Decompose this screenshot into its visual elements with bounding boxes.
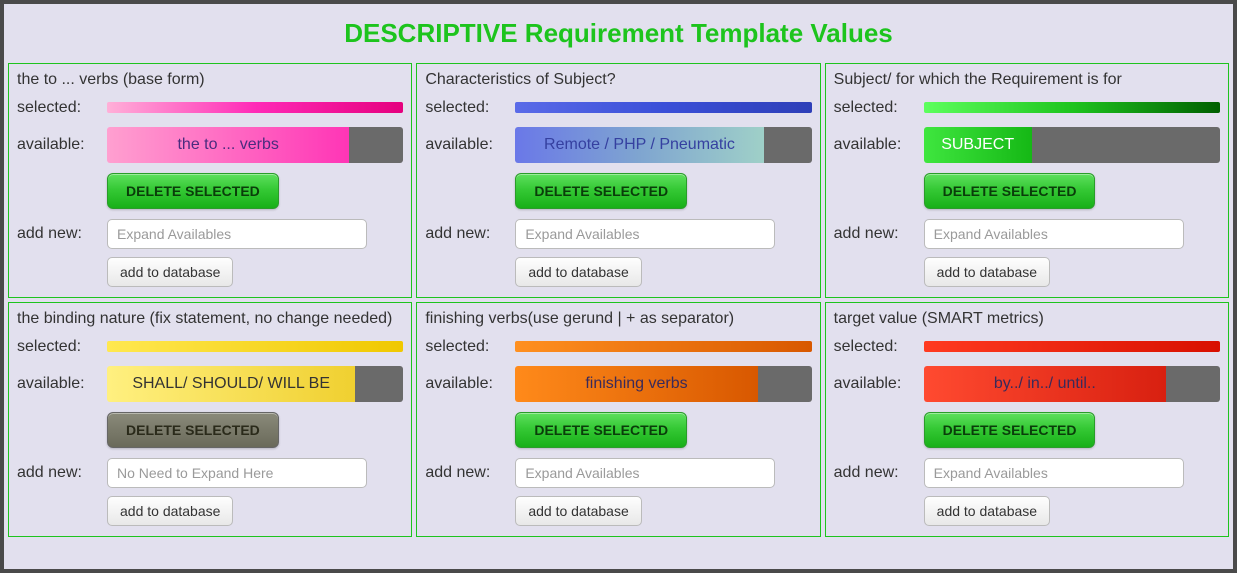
panel-title: the to ... verbs (base form) <box>17 70 403 91</box>
available-side[interactable] <box>1032 127 1220 163</box>
add-new-input[interactable] <box>107 219 367 249</box>
available-row: available: the to ... verbs <box>17 127 403 163</box>
page-container: DESCRIPTIVE Requirement Template Values … <box>4 4 1233 569</box>
available-box[interactable]: the to ... verbs <box>107 127 403 163</box>
selected-row: selected: <box>425 99 811 117</box>
add-new-label: add new: <box>834 225 916 243</box>
available-box[interactable]: SUBJECT <box>924 127 1220 163</box>
add-new-label: add new: <box>834 464 916 482</box>
add-new-label: add new: <box>17 225 99 243</box>
panel-title: target value (SMART metrics) <box>834 309 1220 330</box>
delete-selected-button[interactable]: DELETE SELECTED <box>107 412 279 448</box>
selected-label: selected: <box>17 338 99 356</box>
available-box[interactable]: SHALL/ SHOULD/ WILL BE <box>107 366 403 402</box>
delete-selected-button[interactable]: DELETE SELECTED <box>515 412 687 448</box>
panel-2: Subject/ for which the Requirement is fo… <box>825 63 1229 298</box>
available-row: available: SUBJECT <box>834 127 1220 163</box>
selected-label: selected: <box>834 338 916 356</box>
panel-title: the binding nature (fix statement, no ch… <box>17 309 403 330</box>
panel-title: finishing verbs(use gerund | + as separa… <box>425 309 811 330</box>
selected-label: selected: <box>425 99 507 117</box>
available-label: available: <box>425 136 507 154</box>
add-new-label: add new: <box>425 464 507 482</box>
add-new-input[interactable] <box>107 458 367 488</box>
available-label: available: <box>17 375 99 393</box>
panel-title: Characteristics of Subject? <box>425 70 811 91</box>
available-side[interactable] <box>764 127 812 163</box>
selected-bar[interactable] <box>515 341 811 352</box>
delete-selected-button[interactable]: DELETE SELECTED <box>924 173 1096 209</box>
available-label: available: <box>834 375 916 393</box>
available-value[interactable]: finishing verbs <box>515 366 757 402</box>
selected-bar[interactable] <box>924 341 1220 352</box>
panel-3: the binding nature (fix statement, no ch… <box>8 302 412 537</box>
add-new-label: add new: <box>17 464 99 482</box>
panel-5: target value (SMART metrics) selected: ava… <box>825 302 1229 537</box>
panel-grid: the to ... verbs (base form) selected: ava… <box>8 63 1229 537</box>
available-side[interactable] <box>355 366 403 402</box>
selected-row: selected: <box>834 338 1220 356</box>
selected-row: selected: <box>17 99 403 117</box>
available-value[interactable]: the to ... verbs <box>107 127 349 163</box>
selected-row: selected: <box>834 99 1220 117</box>
available-row: available: SHALL/ SHOULD/ WILL BE <box>17 366 403 402</box>
panel-0: the to ... verbs (base form) selected: ava… <box>8 63 412 298</box>
add-new-input[interactable] <box>515 458 775 488</box>
panel-title: Subject/ for which the Requirement is fo… <box>834 70 1220 91</box>
delete-selected-button[interactable]: DELETE SELECTED <box>107 173 279 209</box>
add-new-row: add new: <box>834 458 1220 488</box>
delete-selected-button[interactable]: DELETE SELECTED <box>515 173 687 209</box>
add-to-database-button[interactable]: add to database <box>515 496 641 526</box>
available-side[interactable] <box>1166 366 1220 402</box>
selected-label: selected: <box>834 99 916 117</box>
add-new-row: add new: <box>425 458 811 488</box>
available-value[interactable]: Remote / PHP / Pneumatic <box>515 127 763 163</box>
add-new-row: add new: <box>834 219 1220 249</box>
available-side[interactable] <box>758 366 812 402</box>
available-label: available: <box>425 375 507 393</box>
available-row: available: Remote / PHP / Pneumatic <box>425 127 811 163</box>
available-row: available: by../ in../ until.. <box>834 366 1220 402</box>
available-value[interactable]: by../ in../ until.. <box>924 366 1166 402</box>
add-to-database-button[interactable]: add to database <box>107 257 233 287</box>
available-row: available: finishing verbs <box>425 366 811 402</box>
add-to-database-button[interactable]: add to database <box>924 496 1050 526</box>
selected-label: selected: <box>17 99 99 117</box>
selected-label: selected: <box>425 338 507 356</box>
add-new-row: add new: <box>425 219 811 249</box>
selected-bar[interactable] <box>924 102 1220 113</box>
selected-row: selected: <box>17 338 403 356</box>
add-new-input[interactable] <box>924 458 1184 488</box>
add-to-database-button[interactable]: add to database <box>515 257 641 287</box>
available-label: available: <box>834 136 916 154</box>
available-value[interactable]: SHALL/ SHOULD/ WILL BE <box>107 366 355 402</box>
panel-1: Characteristics of Subject? selected: avai… <box>416 63 820 298</box>
selected-bar[interactable] <box>107 341 403 352</box>
add-to-database-button[interactable]: add to database <box>107 496 233 526</box>
add-new-input[interactable] <box>924 219 1184 249</box>
available-box[interactable]: Remote / PHP / Pneumatic <box>515 127 811 163</box>
available-box[interactable]: finishing verbs <box>515 366 811 402</box>
selected-row: selected: <box>425 338 811 356</box>
available-side[interactable] <box>349 127 403 163</box>
add-new-row: add new: <box>17 219 403 249</box>
add-new-row: add new: <box>17 458 403 488</box>
selected-bar[interactable] <box>515 102 811 113</box>
available-box[interactable]: by../ in../ until.. <box>924 366 1220 402</box>
page-title: DESCRIPTIVE Requirement Template Values <box>8 10 1229 63</box>
panel-4: finishing verbs(use gerund | + as separa… <box>416 302 820 537</box>
add-new-input[interactable] <box>515 219 775 249</box>
available-label: available: <box>17 136 99 154</box>
add-to-database-button[interactable]: add to database <box>924 257 1050 287</box>
add-new-label: add new: <box>425 225 507 243</box>
delete-selected-button[interactable]: DELETE SELECTED <box>924 412 1096 448</box>
selected-bar[interactable] <box>107 102 403 113</box>
available-value[interactable]: SUBJECT <box>924 127 1032 163</box>
